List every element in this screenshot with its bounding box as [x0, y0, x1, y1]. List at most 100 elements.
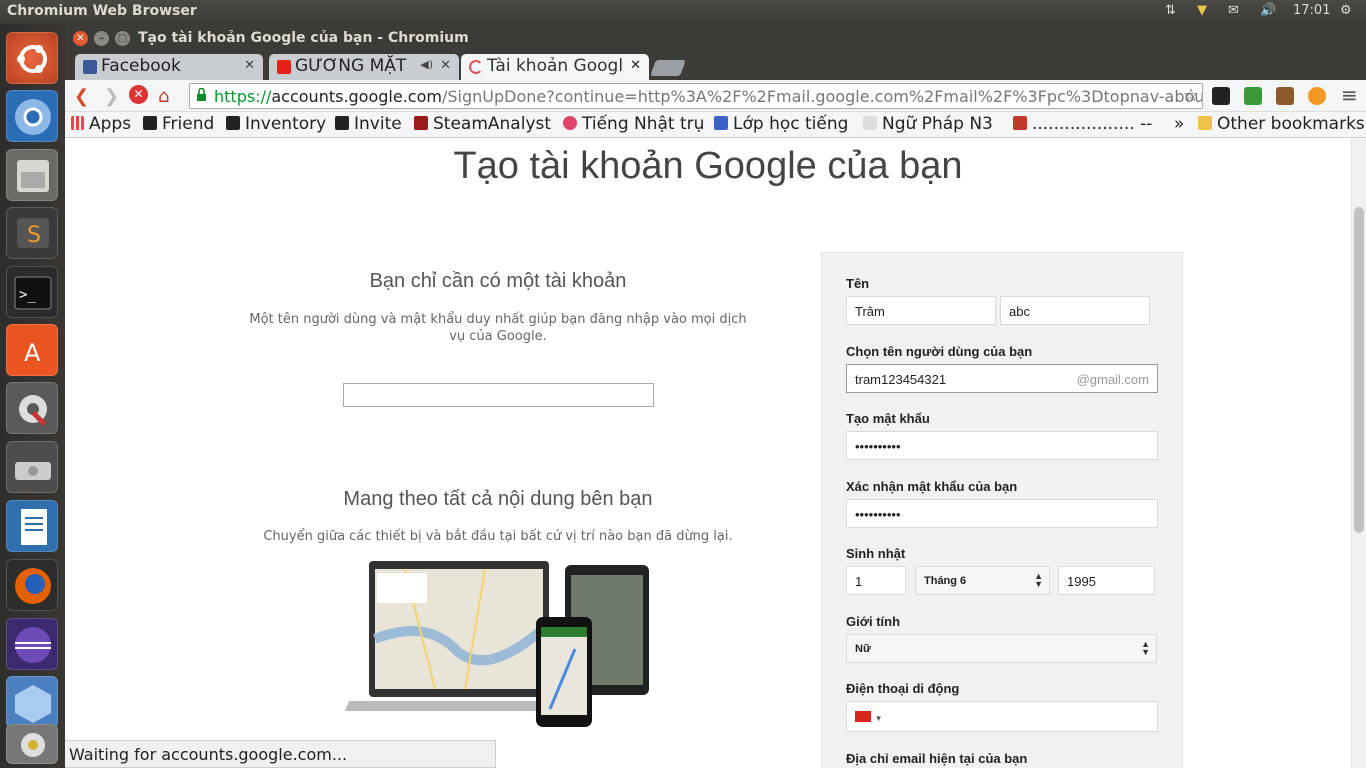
volume-icon[interactable]: 🔊 — [1260, 3, 1276, 18]
minimize-window-button[interactable]: – — [94, 31, 109, 46]
page-scrollbar[interactable] — [1351, 139, 1366, 768]
close-window-button[interactable]: ✕ — [73, 31, 88, 46]
tray-app-icon[interactable]: ▼ — [1197, 3, 1207, 18]
phone-input[interactable]: ▼ — [846, 701, 1158, 732]
pah-icon — [863, 116, 877, 130]
steam-icon — [143, 116, 157, 130]
close-tab-icon[interactable]: ✕ — [630, 58, 641, 73]
stop-loading-icon[interactable]: ✕ — [129, 85, 148, 104]
page-content: Tạo tài khoản Google của bạn Bạn chỉ cần… — [65, 139, 1351, 768]
sublime-text-icon[interactable]: S — [6, 207, 58, 259]
software-center-icon[interactable]: A — [6, 324, 58, 376]
signup-form: Tên Trâm abc Chọn tên người dùng của bạn… — [821, 252, 1183, 768]
settings-gear-icon[interactable]: ⚙ — [1340, 3, 1352, 18]
extension-orange-icon[interactable] — [1308, 87, 1326, 105]
download-icon — [714, 116, 728, 130]
tab-google-account[interactable]: Tài khoản Googl ✕ — [461, 54, 649, 80]
unity-launcher: S >_ A — [0, 24, 65, 768]
bookmark-apps[interactable]: Apps — [71, 114, 131, 134]
username-input[interactable]: tram123454321 @gmail.com — [846, 364, 1158, 393]
disk-icon[interactable] — [6, 441, 58, 493]
tab-label: GƯƠNG MẶT — [295, 56, 407, 76]
tab-facebook[interactable]: Facebook ✕ — [75, 54, 263, 80]
broken-image — [343, 383, 654, 407]
facebook-icon — [83, 60, 97, 74]
virtualbox-icon[interactable] — [6, 676, 58, 728]
window-title: Tạo tài khoản Google của bạn - Chromium — [138, 30, 469, 46]
select-arrows-icon: ▲ ▼ — [1034, 571, 1043, 589]
tab-youtube[interactable]: GƯƠNG MẶT ◀) ✕ — [269, 54, 459, 80]
steam-icon — [226, 116, 240, 130]
bookmark-steamanalyst[interactable]: SteamAnalyst.c — [414, 114, 552, 134]
firefox-icon[interactable] — [6, 559, 58, 611]
active-app-title: Chromium Web Browser — [7, 3, 197, 19]
username-label: Chọn tên người dùng của bạn — [846, 344, 1033, 359]
gender-value: Nữ — [855, 643, 871, 655]
bookmark-invite[interactable]: Invite — [335, 114, 402, 134]
page-title: Tạo tài khoản Google của bạn — [453, 145, 963, 187]
bookmark-friend[interactable]: Friend — [143, 114, 214, 134]
files-icon[interactable] — [6, 149, 58, 201]
address-bar[interactable]: https://accounts.google.com/SignUpDone?c… — [189, 83, 1203, 109]
bookmark-star-icon[interactable]: ☆ — [1183, 85, 1199, 106]
birth-day-input[interactable]: 1 — [846, 566, 906, 595]
birth-year-input[interactable]: 1995 — [1058, 566, 1155, 595]
other-bookmarks[interactable]: Other bookmarks — [1198, 114, 1365, 134]
extension-steam-icon[interactable] — [1212, 87, 1230, 105]
bookmark-inventory[interactable]: Inventory — [226, 114, 326, 134]
bookmark-dots[interactable]: ................... -- — [1013, 114, 1152, 134]
birth-month-select[interactable]: Tháng 6 ▲ ▼ — [915, 566, 1050, 595]
home-icon[interactable]: ⌂ — [158, 86, 169, 107]
ubuntu-dash-icon[interactable] — [6, 32, 58, 84]
birthday-label: Sinh nhật — [846, 546, 906, 561]
gender-label: Giới tính — [846, 614, 901, 629]
loading-spinner-icon — [469, 60, 483, 74]
clock[interactable]: 17:01 — [1293, 3, 1330, 18]
extension-sheets-icon[interactable] — [1244, 87, 1262, 105]
terminal-icon[interactable]: >_ — [6, 266, 58, 318]
system-settings-icon[interactable] — [6, 382, 58, 434]
mail-icon[interactable]: ✉ — [1228, 3, 1239, 18]
libreoffice-writer-icon[interactable] — [6, 500, 58, 552]
url-text: https://accounts.google.com/SignUpDone?c… — [214, 87, 1203, 106]
vietnam-flag-icon[interactable] — [855, 711, 871, 722]
bookmark-tieng-nhat[interactable]: Tiếng Nhật trụ — [563, 114, 703, 134]
last-name-input[interactable]: abc — [1000, 296, 1150, 325]
select-arrows-icon: ▲ ▼ — [1141, 639, 1150, 657]
country-dropdown-icon[interactable]: ▼ — [875, 714, 883, 723]
window-titlebar: ✕ – □ Tạo tài khoản Google của bạn - Chr… — [65, 24, 1366, 52]
secure-lock-icon — [197, 88, 206, 101]
bookmark-lop-hoc[interactable]: Lớp học tiếng — [714, 114, 849, 134]
close-tab-icon[interactable]: ✕ — [244, 58, 255, 73]
bookmarks-bar: Apps Friend Inventory Invite SteamAnalys… — [65, 112, 1366, 138]
bookmarks-overflow-chevron[interactable]: » — [1174, 114, 1184, 134]
close-tab-icon[interactable]: ✕ — [440, 58, 451, 73]
svg-text:S: S — [27, 223, 41, 248]
gmail-suffix: @gmail.com — [1076, 372, 1149, 387]
confirm-password-input[interactable]: •••••••••• — [846, 499, 1158, 528]
chromium-icon[interactable] — [6, 90, 58, 142]
system-top-panel: Chromium Web Browser ⇅ ▼ ✉ 🔊 17:01 ⚙ — [0, 0, 1366, 24]
menu-icon[interactable]: ≡ — [1341, 83, 1358, 107]
eclipse-icon[interactable] — [6, 618, 58, 670]
extension-avatar-icon[interactable] — [1276, 87, 1294, 105]
tab-label: Tài khoản Googl — [487, 56, 624, 76]
trash-icon[interactable] — [6, 724, 58, 764]
first-name-input[interactable]: Trâm — [846, 296, 996, 325]
gender-select[interactable]: Nữ ▲ ▼ — [846, 634, 1157, 663]
bookmark-ngu-phap[interactable]: Ngữ Pháp N3 — [863, 114, 998, 134]
new-tab-button[interactable] — [650, 60, 686, 76]
scrollbar-thumb[interactable] — [1354, 207, 1364, 533]
password-input[interactable]: •••••••••• — [846, 431, 1158, 460]
tab-label: Facebook — [101, 56, 181, 76]
network-icon[interactable]: ⇅ — [1165, 3, 1176, 18]
section2-title: Mang theo tất cả nội dung bên bạn — [343, 488, 653, 510]
forward-arrow-icon[interactable]: ❯ — [104, 86, 119, 107]
svg-text:A: A — [24, 339, 41, 367]
section2-description: Chuyển giữa các thiết bị và bắt đầu tại … — [263, 529, 733, 544]
current-email-label: Địa chỉ email hiện tại của bạn — [846, 751, 1028, 766]
section1-title: Bạn chỉ cần có một tài khoản — [369, 270, 627, 292]
maximize-window-button[interactable]: □ — [115, 31, 130, 46]
back-arrow-icon[interactable]: ❮ — [74, 86, 89, 107]
status-bubble: Waiting for accounts.google.com... — [65, 740, 496, 768]
